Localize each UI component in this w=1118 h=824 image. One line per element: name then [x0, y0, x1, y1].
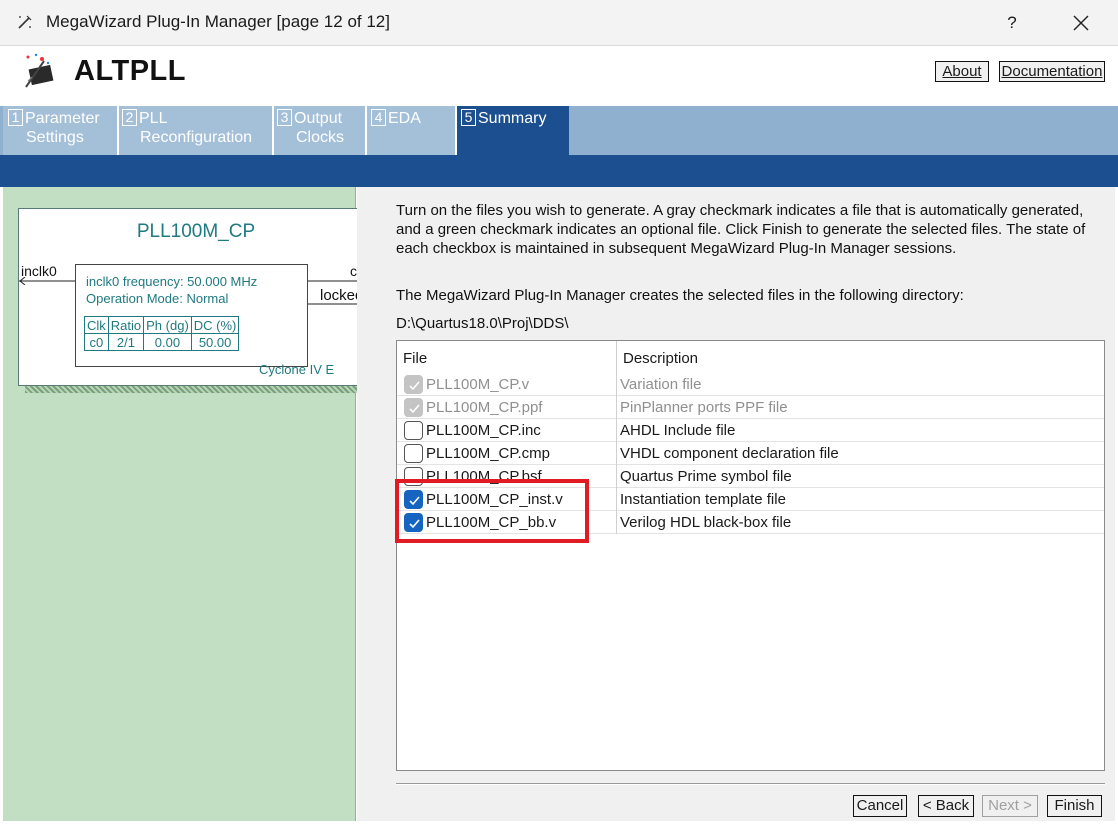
clock-table-header: Clk — [84, 316, 109, 334]
documentation-button[interactable]: Documentation — [999, 61, 1105, 82]
file-description: Quartus Prime symbol file — [620, 468, 792, 485]
clock-table-header: Ph (dg) — [143, 316, 192, 334]
clock-table: Clk Ratio Ph (dg) DC (%) c0 2/1 0.00 50.… — [84, 316, 240, 351]
title-bar: MegaWizard Plug-In Manager [page 12 of 1… — [0, 0, 1118, 46]
file-name: PLL100M_CP.v — [426, 376, 530, 393]
finish-button[interactable]: Finish — [1047, 795, 1102, 817]
output-directory: D:\Quartus18.0\Proj\DDS\ — [396, 315, 569, 332]
input-wire — [19, 277, 75, 285]
file-row[interactable]: PLL100M_CP.ppf PinPlanner ports PPF file — [397, 396, 1104, 419]
page-tabs: 1 Parameter Settings 2 PLL Reconfiguration… — [0, 106, 1118, 155]
megawizard-logo-icon — [25, 53, 54, 88]
file-checkbox[interactable] — [404, 375, 423, 394]
help-button[interactable]: ? — [990, 6, 1034, 40]
column-separator — [616, 419, 617, 442]
file-checkbox[interactable] — [404, 421, 423, 440]
tab-underline-bar — [0, 155, 1118, 187]
inclk-frequency: inclk0 frequency: 50.000 MHz — [86, 274, 258, 289]
column-separator — [616, 488, 617, 511]
back-button[interactable]: < Back — [918, 795, 974, 817]
pll-symbol: PLL100M_CP inclk0 c0 locked inclk0 frequ… — [18, 208, 374, 386]
close-button[interactable] — [1056, 6, 1106, 40]
clock-table-header: Ratio — [107, 316, 145, 334]
column-separator — [616, 442, 617, 465]
highlight-box — [395, 479, 589, 543]
file-row[interactable]: PLL100M_CP.inc AHDL Include file — [397, 419, 1104, 442]
column-separator — [616, 396, 617, 419]
clock-table-header: DC (%) — [190, 316, 240, 334]
column-separator — [616, 373, 617, 396]
column-header-file[interactable]: File — [403, 350, 427, 367]
file-description: Verilog HDL black-box file — [620, 514, 792, 531]
tab-summary[interactable]: 5 Summary — [457, 106, 569, 155]
column-separator — [616, 511, 617, 534]
clock-table-cell: 0.00 — [143, 333, 192, 351]
clock-table-cell: 50.00 — [190, 333, 240, 351]
clock-table-cell: 2/1 — [107, 333, 145, 351]
next-button[interactable]: Next > — [982, 795, 1038, 817]
file-name: PLL100M_CP.inc — [426, 422, 541, 439]
tab-pll-reconfiguration[interactable]: 2 PLL Reconfiguration — [119, 106, 274, 155]
file-name: PLL100M_CP.ppf — [426, 399, 543, 416]
instructions-text: Turn on the files you wish to generate. … — [396, 202, 1086, 257]
tab-parameter-settings[interactable]: 1 Parameter Settings — [3, 106, 119, 155]
file-description: VHDL component declaration file — [620, 445, 839, 462]
symbol-name: PLL100M_CP — [136, 221, 256, 242]
file-description: Instantiation template file — [620, 491, 786, 508]
directory-label: The MegaWizard Plug-In Manager creates t… — [396, 287, 964, 304]
file-checkbox[interactable] — [404, 398, 423, 417]
file-name: PLL100M_CP.cmp — [426, 445, 550, 462]
column-separator — [616, 341, 617, 373]
column-separator — [616, 465, 617, 488]
file-row[interactable]: PLL100M_CP.v Variation file — [397, 373, 1104, 396]
file-description: AHDL Include file — [620, 422, 736, 439]
wizard-header: ALTPLL About Documentation — [0, 46, 1118, 106]
file-checkbox[interactable] — [404, 444, 423, 463]
wand-icon — [18, 15, 32, 29]
checkmark-icon — [409, 404, 420, 414]
window-title: MegaWizard Plug-In Manager [page 12 of 1… — [46, 12, 390, 31]
about-button[interactable]: About — [935, 61, 989, 82]
file-list-header: File Description — [397, 341, 1104, 373]
file-description: Variation file — [620, 376, 702, 393]
cancel-button[interactable]: Cancel — [853, 795, 907, 817]
close-icon — [1073, 15, 1089, 31]
clock-table-cell: c0 — [84, 333, 109, 351]
checkmark-icon — [409, 381, 420, 391]
tab-eda[interactable]: 4 EDA — [367, 106, 457, 155]
file-row[interactable]: PLL100M_CP.cmp VHDL component declaratio… — [397, 442, 1104, 465]
column-header-description[interactable]: Description — [623, 350, 698, 367]
tab-output-clocks[interactable]: 3 Output Clocks — [274, 106, 367, 155]
pll-info-box: inclk0 frequency: 50.000 MHz Operation M… — [75, 264, 308, 367]
footer-divider — [396, 783, 1105, 785]
device-family: Cyclone IV E — [259, 362, 335, 377]
operation-mode: Operation Mode: Normal — [86, 291, 229, 306]
file-list: File Description PLL100M_CP.v Variation … — [396, 340, 1105, 771]
file-description: PinPlanner ports PPF file — [620, 399, 788, 416]
megafunction-name: ALTPLL — [74, 55, 186, 87]
symbol-preview-pane: PLL100M_CP inclk0 c0 locked inclk0 frequ… — [3, 187, 381, 821]
